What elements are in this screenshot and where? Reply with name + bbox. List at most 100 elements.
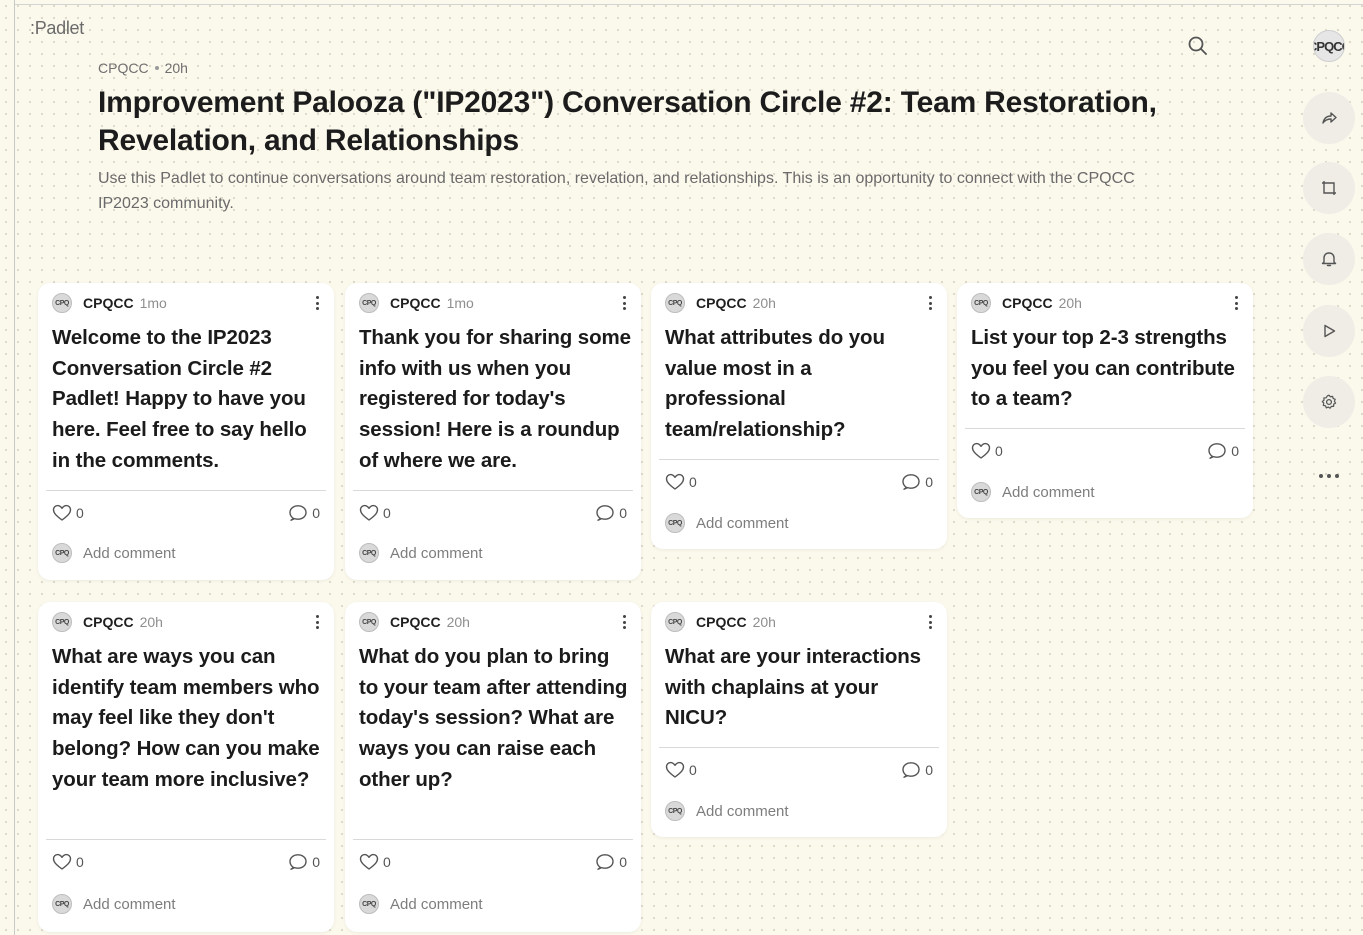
comment-count-button[interactable]: 0 bbox=[595, 504, 627, 522]
like-button[interactable]: 0 bbox=[665, 761, 697, 779]
comment-count-button[interactable]: 0 bbox=[595, 853, 627, 871]
add-comment-field[interactable]: CPQ Add comment bbox=[665, 800, 789, 822]
commenter-avatar: CPQ bbox=[359, 543, 379, 563]
kebab-icon bbox=[928, 296, 932, 299]
author-avatar: CPQ bbox=[52, 293, 72, 313]
commenter-avatar: CPQ bbox=[971, 482, 991, 502]
add-comment-placeholder: Add comment bbox=[390, 895, 483, 913]
search-button[interactable] bbox=[1184, 32, 1212, 60]
comment-count-button[interactable]: 0 bbox=[1207, 442, 1239, 460]
kebab-dot bbox=[622, 626, 626, 629]
like-count: 0 bbox=[383, 505, 391, 521]
like-button[interactable]: 0 bbox=[52, 853, 84, 871]
post-author: CPQCC bbox=[696, 614, 747, 630]
post-time: 20h bbox=[139, 614, 163, 630]
comment-count-button[interactable]: 0 bbox=[288, 504, 320, 522]
post-time: 1mo bbox=[446, 295, 474, 311]
add-comment-field[interactable]: CPQ Add comment bbox=[52, 542, 176, 564]
heart-icon bbox=[52, 853, 72, 870]
post-reactions: 0 0 bbox=[665, 760, 933, 780]
padlet-logo[interactable]: :Padlet bbox=[30, 18, 84, 39]
more-button[interactable] bbox=[1311, 466, 1347, 486]
comment-count: 0 bbox=[925, 762, 933, 778]
post-menu-button[interactable] bbox=[923, 293, 937, 313]
add-comment-placeholder: Add comment bbox=[696, 514, 789, 532]
notifications-button[interactable] bbox=[1303, 233, 1355, 285]
share-button[interactable] bbox=[1303, 92, 1355, 144]
comment-count-button[interactable]: 0 bbox=[288, 853, 320, 871]
bell-icon bbox=[1321, 252, 1337, 267]
kebab-icon bbox=[315, 296, 319, 299]
post-text: Thank you for sharing some info with us … bbox=[359, 326, 631, 472]
post-card[interactable]: CPQ CPQCC 1mo Welcome to the IP2023 Conv… bbox=[38, 283, 334, 580]
author-avatar: CPQ bbox=[665, 293, 685, 313]
like-count: 0 bbox=[76, 854, 84, 870]
post-divider bbox=[353, 490, 633, 491]
post-text: What are your interactions with chaplain… bbox=[665, 645, 921, 730]
post-card[interactable]: CPQ CPQCC 1mo Thank you for sharing some… bbox=[345, 283, 641, 580]
add-comment-field[interactable]: CPQ Add comment bbox=[971, 481, 1095, 503]
post-menu-button[interactable] bbox=[923, 612, 937, 632]
heart-icon bbox=[359, 504, 379, 521]
kebab-dot bbox=[315, 626, 319, 629]
window-left-border bbox=[14, 0, 15, 935]
search-icon bbox=[1188, 36, 1207, 55]
post-reactions: 0 0 bbox=[359, 852, 627, 872]
window-top-border bbox=[14, 4, 1363, 5]
commenter-avatar: CPQ bbox=[359, 894, 379, 914]
post-card[interactable]: CPQ CPQCC 20h What do you plan to bring … bbox=[345, 602, 641, 932]
like-button[interactable]: 0 bbox=[52, 504, 84, 522]
remake-button[interactable] bbox=[1303, 162, 1355, 214]
post-menu-button[interactable] bbox=[310, 612, 324, 632]
kebab-icon bbox=[928, 615, 932, 618]
comment-icon bbox=[902, 762, 920, 778]
post-menu-button[interactable] bbox=[310, 293, 324, 313]
comment-count-button[interactable]: 0 bbox=[901, 761, 933, 779]
add-comment-placeholder: Add comment bbox=[83, 544, 176, 562]
post-reactions: 0 0 bbox=[52, 852, 320, 872]
add-comment-placeholder: Add comment bbox=[390, 544, 483, 562]
post-menu-button[interactable] bbox=[617, 293, 631, 313]
post-menu-button[interactable] bbox=[1229, 293, 1243, 313]
post-reactions: 0 0 bbox=[52, 503, 320, 523]
comment-count: 0 bbox=[312, 505, 320, 521]
slideshow-button[interactable] bbox=[1303, 305, 1355, 357]
post-time: 20h bbox=[752, 614, 776, 630]
board-header: CPQCC 20h Improvement Palooza ("IP2023")… bbox=[98, 60, 1198, 216]
post-card[interactable]: CPQ CPQCC 20h What are ways you can iden… bbox=[38, 602, 334, 932]
add-comment-field[interactable]: CPQ Add comment bbox=[52, 893, 176, 915]
post-reactions: 0 0 bbox=[359, 503, 627, 523]
like-button[interactable]: 0 bbox=[359, 504, 391, 522]
post-divider bbox=[46, 839, 326, 840]
board-description: Use this Padlet to continue conversation… bbox=[98, 170, 1135, 212]
post-author: CPQCC bbox=[696, 295, 747, 311]
kebab-dot bbox=[928, 307, 932, 310]
author-avatar: CPQ bbox=[359, 612, 379, 632]
like-count: 0 bbox=[689, 762, 697, 778]
user-avatar[interactable]: CPQCC bbox=[1313, 30, 1345, 62]
comment-count-button[interactable]: 0 bbox=[901, 473, 933, 491]
add-comment-field[interactable]: CPQ Add comment bbox=[665, 512, 789, 534]
post-author: CPQCC bbox=[83, 295, 134, 311]
add-comment-field[interactable]: CPQ Add comment bbox=[359, 542, 483, 564]
kebab-dot bbox=[315, 307, 319, 310]
comment-count: 0 bbox=[619, 854, 627, 870]
post-author: CPQCC bbox=[83, 614, 134, 630]
post-time: 20h bbox=[446, 614, 470, 630]
more-horizontal-icon bbox=[1319, 474, 1323, 478]
like-button[interactable]: 0 bbox=[359, 853, 391, 871]
kebab-dot bbox=[1234, 301, 1238, 305]
settings-button[interactable] bbox=[1303, 376, 1355, 428]
post-menu-button[interactable] bbox=[617, 612, 631, 632]
author-avatar: CPQ bbox=[971, 293, 991, 313]
add-comment-field[interactable]: CPQ Add comment bbox=[359, 893, 483, 915]
like-count: 0 bbox=[689, 474, 697, 490]
add-comment-placeholder: Add comment bbox=[83, 895, 176, 913]
post-card[interactable]: CPQ CPQCC 20h What are your interactions… bbox=[651, 602, 947, 837]
like-button[interactable]: 0 bbox=[971, 442, 1003, 460]
post-card[interactable]: CPQ CPQCC 20h List your top 2-3 strength… bbox=[957, 283, 1253, 518]
more-dot bbox=[1335, 474, 1339, 478]
like-button[interactable]: 0 bbox=[665, 473, 697, 491]
post-card[interactable]: CPQ CPQCC 20h What attributes do you val… bbox=[651, 283, 947, 549]
post-header: CPQ CPQCC 20h bbox=[665, 612, 937, 632]
